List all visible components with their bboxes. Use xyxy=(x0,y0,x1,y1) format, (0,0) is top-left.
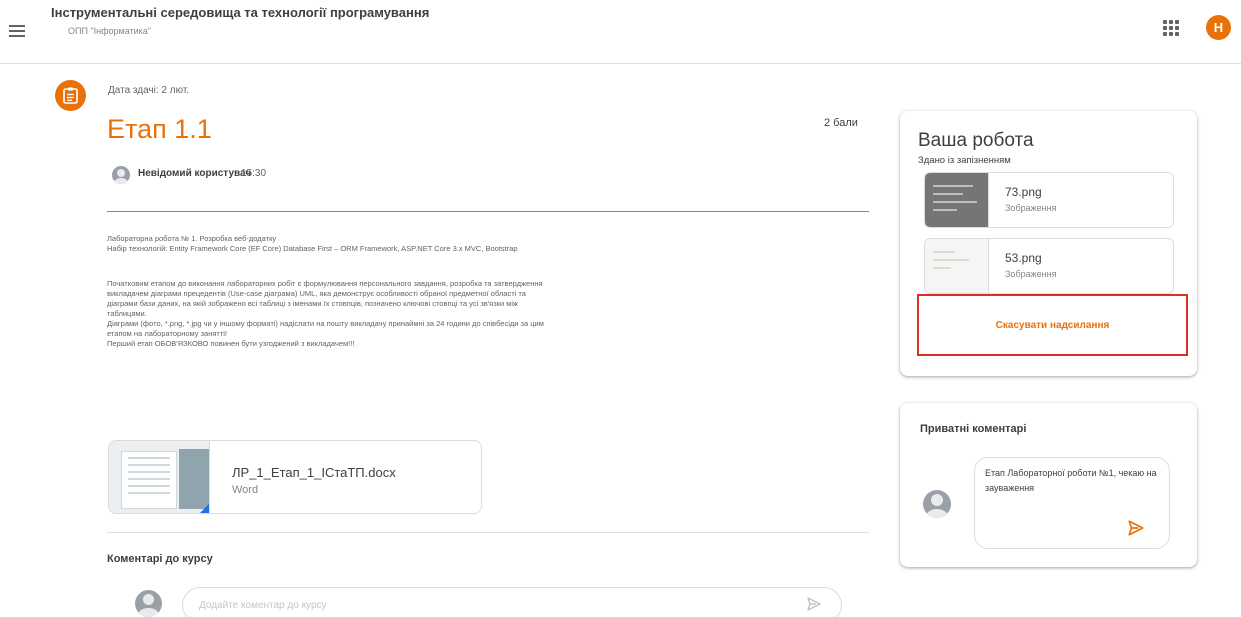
attachment-type: Word xyxy=(232,484,259,496)
description-line: таблицями. xyxy=(107,309,147,318)
course-title[interactable]: Інструментальні середовища та технології… xyxy=(51,5,429,20)
author-name: Невідомий користувач xyxy=(138,168,252,179)
class-comments-heading: Коментарі до курсу xyxy=(107,553,213,565)
send-icon[interactable] xyxy=(806,596,822,612)
submitted-file[interactable]: 53.png Зображення xyxy=(924,238,1174,294)
commenter-avatar xyxy=(135,590,162,617)
submitted-file[interactable]: 73.png Зображення xyxy=(924,172,1174,228)
description-line: етапом на лабораторному занятті! xyxy=(107,329,228,338)
attachment-card[interactable]: ЛР_1_Етап_1_ІСтаТП.docx Word xyxy=(108,440,482,514)
assignment-points: 2 бали xyxy=(824,117,858,129)
assignment-description-intro: Лабораторна робота № 1. Розробка веб-дод… xyxy=(107,234,869,254)
due-date: Дата здачі: 2 лют. xyxy=(108,85,190,96)
image-thumbnail xyxy=(925,239,989,293)
description-line: викладачем діаграми прецедентів (Use-cas… xyxy=(107,289,526,298)
menu-icon[interactable] xyxy=(9,25,25,37)
assignment-icon xyxy=(55,80,86,111)
description-line: Початковим етапом до виконання лаборатор… xyxy=(107,279,543,288)
unsubmit-button[interactable]: Скасувати надсилання xyxy=(917,294,1188,356)
description-line: Лабораторна робота № 1. Розробка веб-дод… xyxy=(107,234,277,243)
your-work-title: Ваша робота xyxy=(918,130,1034,151)
author-avatar xyxy=(112,166,130,184)
account-avatar[interactable]: Н xyxy=(1206,15,1231,40)
google-apps-icon[interactable] xyxy=(1163,20,1179,36)
send-icon[interactable] xyxy=(1127,519,1145,537)
description-line: діаграми бази даних, на якій зображено в… xyxy=(107,299,519,308)
private-comments-title: Приватні коментарі xyxy=(920,423,1027,435)
course-subtitle: ОПП "Інформатика" xyxy=(68,26,151,36)
assignment-title: Етап 1.1 xyxy=(107,114,212,144)
comments-divider xyxy=(107,532,869,533)
private-comments-card: Приватні коментарі Етап Лабораторної роб… xyxy=(900,403,1197,567)
class-comment-input[interactable] xyxy=(182,587,842,617)
file-name: 53.png xyxy=(1005,251,1042,265)
file-name: 73.png xyxy=(1005,185,1042,199)
word-doc-icon xyxy=(198,503,209,513)
submission-status: Здано із запізненням xyxy=(918,155,1011,166)
your-work-card: Ваша робота Здано із запізненням 73.png … xyxy=(900,111,1197,376)
file-type: Зображення xyxy=(1005,203,1057,213)
post-time: 15:30 xyxy=(241,168,267,179)
description-line: Діаграми (фото, *.png, *.jpg чи у іншому… xyxy=(107,319,544,328)
attachment-name: ЛР_1_Етап_1_ІСтаТП.docx xyxy=(232,465,396,480)
assignment-description-body: Початковим етапом до виконання лаборатор… xyxy=(107,279,869,349)
user-avatar xyxy=(923,490,951,518)
description-line: Перший етап ОБОВ'ЯЗКОВО повинен бути узг… xyxy=(107,339,355,348)
image-thumbnail xyxy=(925,173,989,227)
top-app-bar: Інструментальні середовища та технології… xyxy=(0,0,1241,64)
attachment-thumbnail xyxy=(109,441,210,513)
description-line: Набір технологій: Entity Framework Core … xyxy=(107,244,518,253)
title-divider xyxy=(107,211,869,212)
file-type: Зображення xyxy=(1005,269,1057,279)
